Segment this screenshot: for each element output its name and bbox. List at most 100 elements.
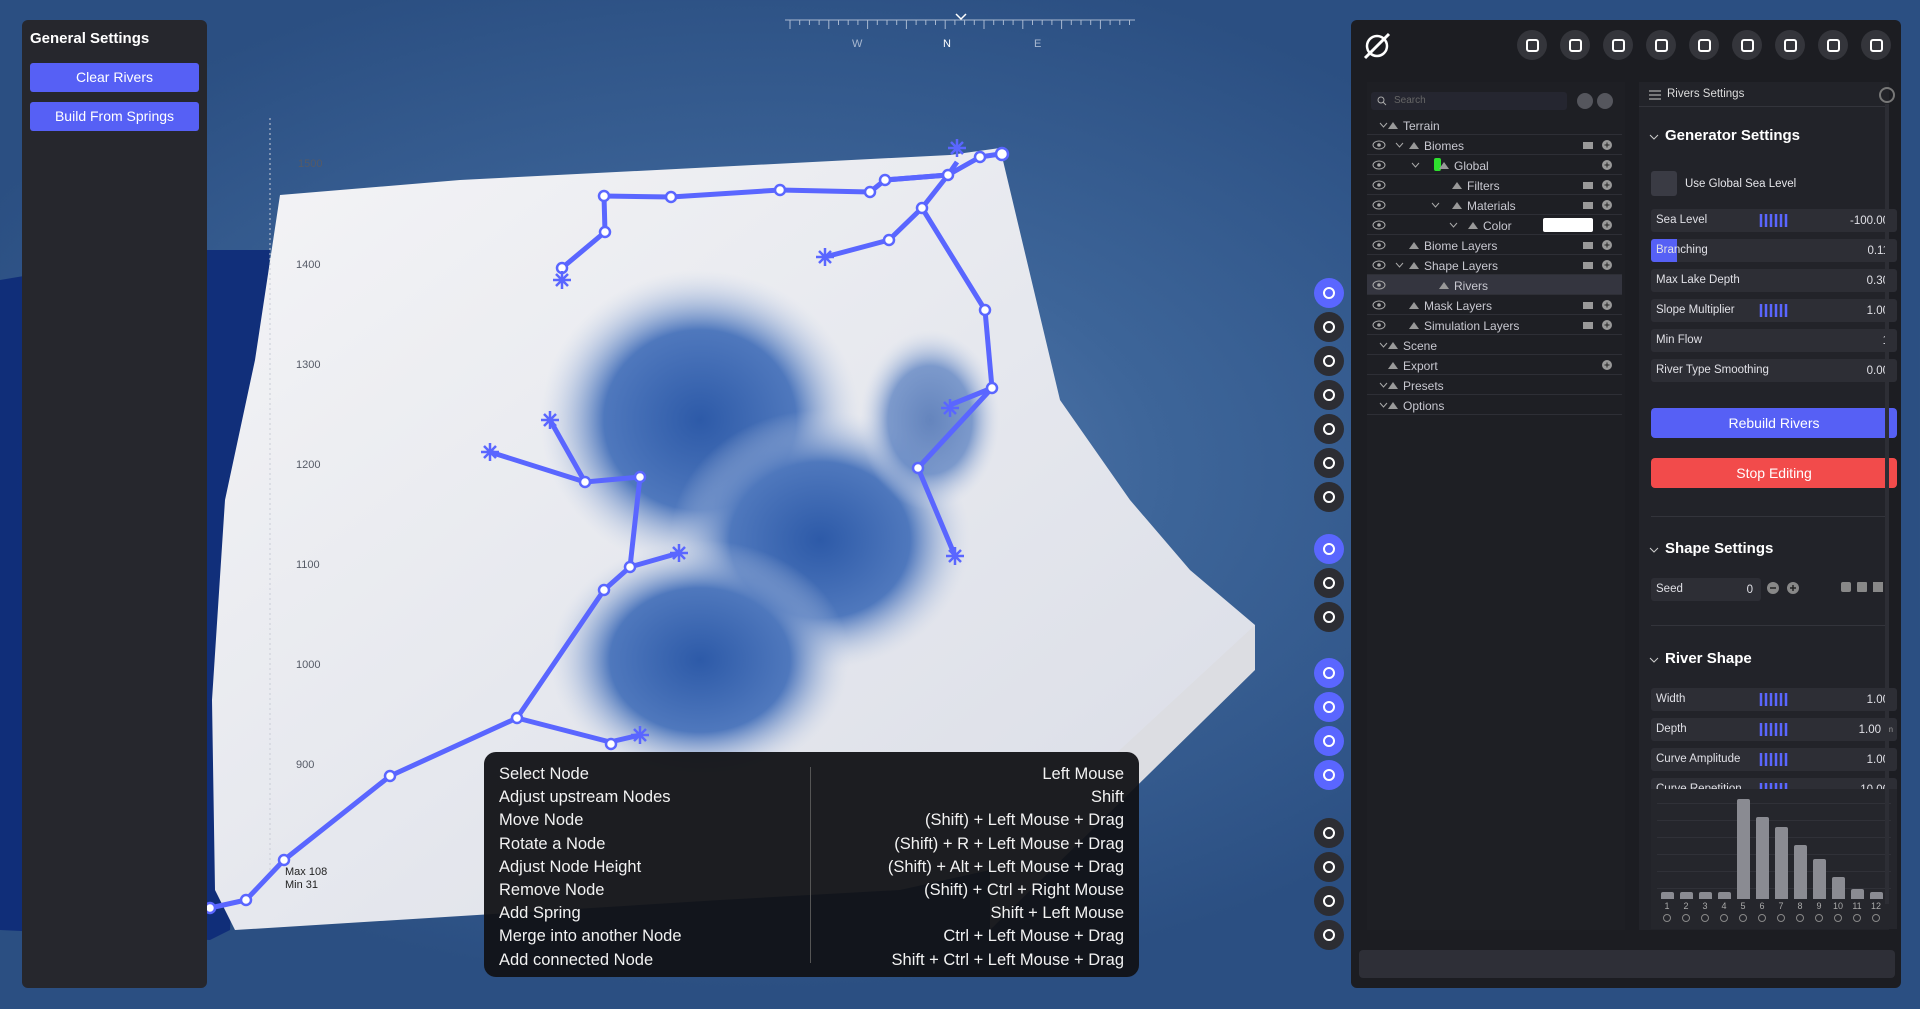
filter-icon[interactable] <box>1314 726 1344 756</box>
rebuild-rivers-button[interactable]: Rebuild Rivers <box>1651 408 1897 438</box>
histogram-bar[interactable] <box>1737 799 1750 899</box>
add-icon[interactable] <box>1601 239 1613 251</box>
open-folder-icon[interactable] <box>1603 30 1633 60</box>
histogram-handle[interactable] <box>1739 914 1747 922</box>
tree-item-scene[interactable]: Scene <box>1367 335 1622 355</box>
tree-item-simulation-layers[interactable]: Simulation Layers <box>1367 315 1622 335</box>
build-from-springs-button[interactable]: Build From Springs <box>30 102 199 131</box>
sphere-tool-icon[interactable] <box>1314 346 1344 376</box>
erosion-tool-icon[interactable] <box>1314 312 1344 342</box>
histogram-handle[interactable] <box>1663 914 1671 922</box>
grid-icon[interactable] <box>1314 482 1344 512</box>
folder-icon[interactable] <box>1582 199 1594 211</box>
branching-field[interactable]: Branching 0.11 <box>1651 239 1897 262</box>
slider-handle[interactable] <box>1759 753 1791 766</box>
add-icon[interactable] <box>1601 199 1613 211</box>
settings-cog-icon[interactable] <box>1314 658 1344 688</box>
histogram-handle[interactable] <box>1796 914 1804 922</box>
chevron-icon[interactable] <box>1449 221 1458 230</box>
export-icon[interactable] <box>1732 30 1762 60</box>
chevron-down-icon[interactable] <box>1649 132 1659 142</box>
new-file-icon[interactable] <box>1560 30 1590 60</box>
add-icon[interactable] <box>1601 139 1613 151</box>
chevron-icon[interactable] <box>1395 141 1404 150</box>
stop-editing-button[interactable]: Stop Editing <box>1651 458 1897 488</box>
tree-item-materials[interactable]: Materials <box>1367 195 1622 215</box>
curve-amplitude-field[interactable]: Curve Amplitude 1.00 <box>1651 748 1897 771</box>
sea-level-field[interactable]: Sea Level -100.00 <box>1651 209 1897 232</box>
folder-icon[interactable] <box>1582 139 1594 151</box>
cloud-icon[interactable] <box>1314 568 1344 598</box>
eye-icon[interactable] <box>1314 692 1344 722</box>
folder-icon[interactable] <box>1582 239 1594 251</box>
target-icon[interactable] <box>1314 818 1344 848</box>
histogram-bar[interactable] <box>1718 892 1731 899</box>
histogram-handle[interactable] <box>1834 914 1842 922</box>
chevron-icon[interactable] <box>1431 201 1440 210</box>
histogram-bar[interactable] <box>1813 859 1826 899</box>
home-icon[interactable] <box>1517 30 1547 60</box>
visibility-eye-icon[interactable] <box>1372 320 1386 330</box>
water-drop-icon[interactable] <box>1314 380 1344 410</box>
histogram-handle[interactable] <box>1701 914 1709 922</box>
landscape-icon[interactable] <box>1314 448 1344 478</box>
chart-icon[interactable] <box>1314 920 1344 950</box>
seed-field[interactable]: Seed 0 <box>1651 578 1761 601</box>
settings-scrollbar[interactable] <box>1885 104 1889 904</box>
slider-handle[interactable] <box>1759 214 1791 227</box>
flow-histogram[interactable]: 1 2 3 4 5 6 7 8 9 10 11 12 <box>1651 789 1897 929</box>
tree-item-biome-layers[interactable]: Biome Layers <box>1367 235 1622 255</box>
tree-item-filters[interactable]: Filters <box>1367 175 1622 195</box>
histogram-bar[interactable] <box>1794 845 1807 899</box>
image-icon[interactable] <box>1314 852 1344 882</box>
histogram-bar[interactable] <box>1680 892 1693 899</box>
tree-item-shape-layers[interactable]: Shape Layers <box>1367 255 1622 275</box>
histogram-bar[interactable] <box>1832 877 1845 899</box>
seed-tools-icon[interactable] <box>1839 580 1887 594</box>
color-swatch[interactable] <box>1543 218 1593 232</box>
tree-item-biomes[interactable]: Biomes <box>1367 135 1622 155</box>
visibility-eye-icon[interactable] <box>1372 300 1386 310</box>
visibility-eye-icon[interactable] <box>1372 280 1386 290</box>
layers-lines-icon[interactable] <box>1314 602 1344 632</box>
camera-icon[interactable] <box>1818 30 1848 60</box>
histogram-handle[interactable] <box>1682 914 1690 922</box>
tree-item-options[interactable]: Options <box>1367 395 1622 415</box>
clear-rivers-button[interactable]: Clear Rivers <box>30 63 199 92</box>
chevron-icon[interactable] <box>1411 161 1420 170</box>
slider-handle[interactable] <box>1759 304 1791 317</box>
visibility-eye-icon[interactable] <box>1372 180 1386 190</box>
histogram-bar[interactable] <box>1661 892 1674 899</box>
visibility-eye-icon[interactable] <box>1372 220 1386 230</box>
expand-all-button[interactable] <box>1597 93 1613 109</box>
settings-options-icon[interactable] <box>1879 87 1895 103</box>
chevron-down-icon[interactable] <box>1649 545 1659 555</box>
histogram-bar[interactable] <box>1699 892 1712 899</box>
download-icon[interactable] <box>1314 886 1344 916</box>
histogram-bar[interactable] <box>1756 817 1769 899</box>
add-icon[interactable] <box>1601 299 1613 311</box>
add-icon[interactable] <box>1601 219 1613 231</box>
tree-item-mask-layers[interactable]: Mask Layers <box>1367 295 1622 315</box>
search-input[interactable]: Search <box>1371 92 1567 110</box>
tree-item-color[interactable]: Color <box>1367 215 1622 235</box>
max-lake-depth-field[interactable]: Max Lake Depth 0.30 <box>1651 269 1897 292</box>
save-icon[interactable] <box>1646 30 1676 60</box>
slider-handle[interactable] <box>1759 693 1791 706</box>
help-icon[interactable] <box>1861 30 1891 60</box>
tree-item-presets[interactable]: Presets <box>1367 375 1622 395</box>
add-icon[interactable] <box>1601 159 1613 171</box>
histogram-bar[interactable] <box>1775 827 1788 899</box>
add-icon[interactable] <box>1601 179 1613 191</box>
visibility-eye-icon[interactable] <box>1372 200 1386 210</box>
tree-item-global[interactable]: Global <box>1367 155 1622 175</box>
tree-item-export[interactable]: Export <box>1367 355 1622 375</box>
width-field[interactable]: Width 1.00 <box>1651 688 1897 711</box>
seed-stepper[interactable] <box>1767 581 1803 595</box>
visibility-eye-icon[interactable] <box>1372 240 1386 250</box>
use-global-sea-level-checkbox[interactable] <box>1651 171 1677 196</box>
add-icon[interactable] <box>1601 359 1613 371</box>
min-flow-field[interactable]: Min Flow1 <box>1651 329 1897 352</box>
add-icon[interactable] <box>1601 319 1613 331</box>
refresh-icon[interactable] <box>1775 30 1805 60</box>
